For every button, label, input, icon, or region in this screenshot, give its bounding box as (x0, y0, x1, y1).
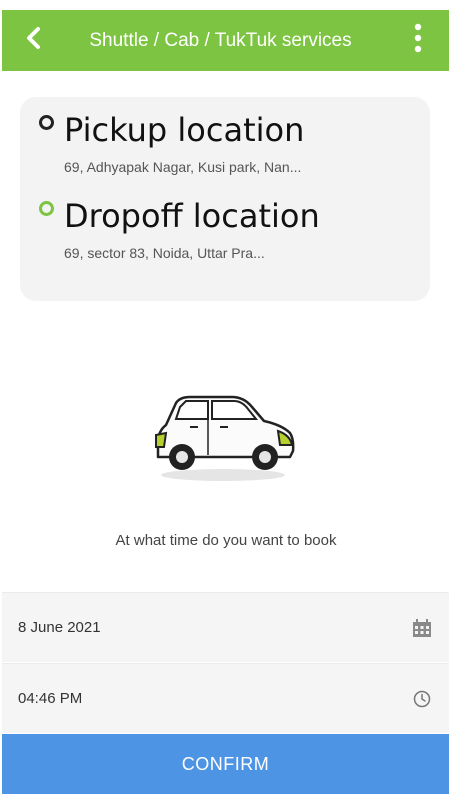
pickup-dot-icon (39, 115, 54, 130)
back-chevron-icon (23, 26, 43, 55)
pickup-title: Pickup location (64, 111, 305, 149)
location-card: Pickup location 69, Adhyapak Nagar, Kusi… (20, 97, 430, 301)
confirm-button[interactable]: CONFIRM (2, 734, 449, 794)
dropoff-title: Dropoff location (64, 197, 320, 235)
pickup-address: 69, Adhyapak Nagar, Kusi park, Nan... (64, 159, 302, 175)
app-header: Shuttle / Cab / TukTuk services (2, 10, 449, 71)
booking-time-prompt: At what time do you want to book (115, 532, 337, 549)
calendar-icon (411, 617, 433, 639)
clock-icon (411, 688, 433, 710)
more-vertical-icon (414, 23, 422, 58)
dropoff-address: 69, sector 83, Noida, Uttar Pra... (64, 245, 265, 261)
dropoff-dot-icon (39, 201, 54, 216)
time-picker-field[interactable]: 04:46 PM (2, 663, 449, 733)
car-icon (150, 385, 300, 485)
more-options-button[interactable] (387, 10, 449, 71)
date-value: 8 June 2021 (18, 619, 101, 636)
date-picker-field[interactable]: 8 June 2021 (2, 592, 449, 662)
time-value: 04:46 PM (18, 690, 83, 707)
page-title: Shuttle / Cab / TukTuk services (89, 29, 352, 51)
